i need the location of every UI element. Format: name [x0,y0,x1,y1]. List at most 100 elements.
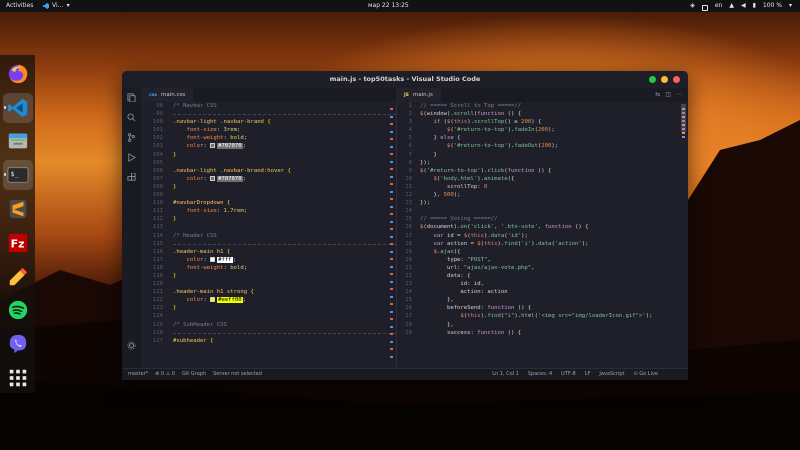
scrollbar[interactable] [680,102,688,368]
server-status[interactable]: Server not selected [213,369,262,380]
code-line[interactable]: 17 var id = $(this).data('id'); [397,232,688,240]
code-line[interactable]: 26 beforeSend: function () { [397,304,688,312]
code-line[interactable]: 117 color: #fff; [141,256,396,264]
code-line[interactable]: 14 [397,207,688,215]
spotify-launcher[interactable] [3,296,33,326]
code-line[interactable]: 116 .header-main h1 { [141,248,396,256]
code-line[interactable]: 19 $.ajax({ [397,248,688,256]
code-line[interactable]: 10 $('body,html').animate({ [397,175,688,183]
settings-gear-icon[interactable] [127,341,136,350]
code-line[interactable]: 124 [141,312,396,320]
run-debug-icon[interactable] [127,153,136,162]
explorer-icon[interactable] [127,93,136,102]
code-line[interactable]: 104} [141,151,396,159]
code-line[interactable]: 100 .navbar-light .navbar-brand { [141,118,396,126]
close-button[interactable] [673,76,680,83]
code-line[interactable]: 16 $(document).on('click', '.btn-vote', f… [397,223,688,231]
code-line[interactable]: 110 #navbarDropdown { [141,199,396,207]
code-line[interactable]: 111 font-size: 1.7rem; [141,207,396,215]
more-actions-icon[interactable]: ⋯ [676,91,682,98]
extensions-icon[interactable] [127,173,136,182]
code-line[interactable]: 8}); [397,159,688,167]
firefox-launcher[interactable] [3,59,33,89]
filezilla-launcher[interactable]: Fz [3,228,33,258]
viber-launcher[interactable] [3,329,33,359]
encoding[interactable]: UTF-8 [561,369,576,380]
code-line[interactable]: 119} [141,272,396,280]
code-line[interactable]: 13}); [397,199,688,207]
branch-indicator[interactable]: master* [128,369,148,380]
maximize-button[interactable] [661,76,668,83]
code-line[interactable]: 105 [141,159,396,167]
code-line[interactable]: 20 type: "POST", [397,256,688,264]
code-line[interactable]: 11 scrollTop: 0 [397,183,688,191]
indentation[interactable]: Spaces: 4 [528,369,552,380]
code-line[interactable]: 23 id: id, [397,280,688,288]
sublime-launcher[interactable] [3,194,33,224]
code-line[interactable]: 103 color: #707070; [141,142,396,150]
activities-button[interactable]: Activities [6,0,33,12]
clock[interactable]: мар 22 13:25 [368,0,409,12]
code-line[interactable]: 7 } [397,151,688,159]
code-line[interactable]: 9 $('#return-to-top').click(function () { [397,167,688,175]
code-line[interactable]: 122 color: #eeff00; [141,296,396,304]
minimap[interactable] [388,102,396,368]
source-control-icon[interactable] [127,133,136,142]
color-picker-launcher[interactable] [3,262,33,292]
problems-indicator[interactable]: ⊗ 0 ⚠ 0 [155,369,175,380]
language-mode[interactable]: JavaScript [599,369,624,380]
code-line[interactable]: 126 [141,329,396,337]
code-line[interactable]: 4 $('#return-to-top').fadeIn(200); [397,126,688,134]
code-line[interactable]: 3 if ($(this).scrollTop() ≥ 200) { [397,118,688,126]
minimize-button[interactable] [649,76,656,83]
js-editor[interactable]: 1 // ===== Scroll to Top =====// 2 $(window… [396,102,688,368]
code-line[interactable]: 5 } else { [397,134,688,142]
code-line[interactable]: 118 font-weight: bold; [141,264,396,272]
code-line[interactable]: 113 [141,223,396,231]
window-titlebar[interactable]: main.js - top50tasks - Visual Studio Cod… [122,71,688,88]
code-line[interactable]: 27 $(this).find("i").html('<img src="img… [397,312,688,320]
cursor-position[interactable]: Ln 1, Col 1 [492,369,519,380]
code-line[interactable]: 109 [141,191,396,199]
code-line[interactable]: 1 // ===== Scroll to Top =====// [397,102,688,110]
code-line[interactable]: 112} [141,215,396,223]
code-line[interactable]: 120 [141,280,396,288]
git-graph-button[interactable]: Git Graph [182,369,206,380]
code-line[interactable]: 125 /* SubHeader CSS [141,321,396,329]
code-line[interactable]: 106 .navbar-light .navbar-brand:hover { [141,167,396,175]
app-menu[interactable]: Vi… ▾ [43,0,70,12]
terminal-launcher[interactable]: $_ [2,160,33,191]
code-line[interactable]: 101 font-size: 3rem; [141,126,396,134]
code-line[interactable]: 102 font-weight: bold; [141,134,396,142]
code-line[interactable]: 127 #subheader { [141,337,396,345]
tab-main-css[interactable]: css main.css [141,88,194,102]
code-line[interactable]: 12 }, 500); [397,191,688,199]
code-line[interactable]: 2 $(window).scroll(function () { [397,110,688,118]
files-launcher[interactable] [3,127,33,157]
go-live-button[interactable]: ⊙ Go Live [633,369,658,380]
code-line[interactable]: 28 }, [397,321,688,329]
split-editor-icon[interactable]: ◫ [665,91,671,98]
dropbox-icon[interactable]: ◈ [690,0,695,12]
code-line[interactable]: 115 [141,240,396,248]
tab-main-js[interactable]: JS main.js [396,88,441,102]
code-line[interactable]: 99 [141,110,396,118]
code-line[interactable]: 15 // ===== Voting =====// [397,215,688,223]
screen-icon[interactable] [701,4,708,11]
code-line[interactable]: 25 }, [397,296,688,304]
code-line[interactable]: 114 /* Header CSS [141,232,396,240]
language-indicator[interactable]: en [715,0,723,12]
end-of-line[interactable]: LF [585,369,591,380]
code-line[interactable]: 108} [141,183,396,191]
show-apps-launcher[interactable] [3,363,33,393]
scrollbar-thumb[interactable] [681,104,686,132]
code-line[interactable]: 29 success: function () { [397,329,688,337]
code-line[interactable]: 22 data: { [397,272,688,280]
code-line[interactable]: 21 url: "ajax/ajax-vote.php", [397,264,688,272]
search-icon[interactable] [127,113,136,122]
code-line[interactable]: 123} [141,304,396,312]
code-line[interactable]: 98 /* Navbar CSS [141,102,396,110]
code-line[interactable]: 6 $('#return-to-top').fadeOut(200); [397,142,688,150]
chevron-down-icon[interactable]: ▾ [789,0,792,12]
system-tray[interactable]: ◈ en ▲ ◀ ▮ 100 % ▾ [690,0,792,12]
